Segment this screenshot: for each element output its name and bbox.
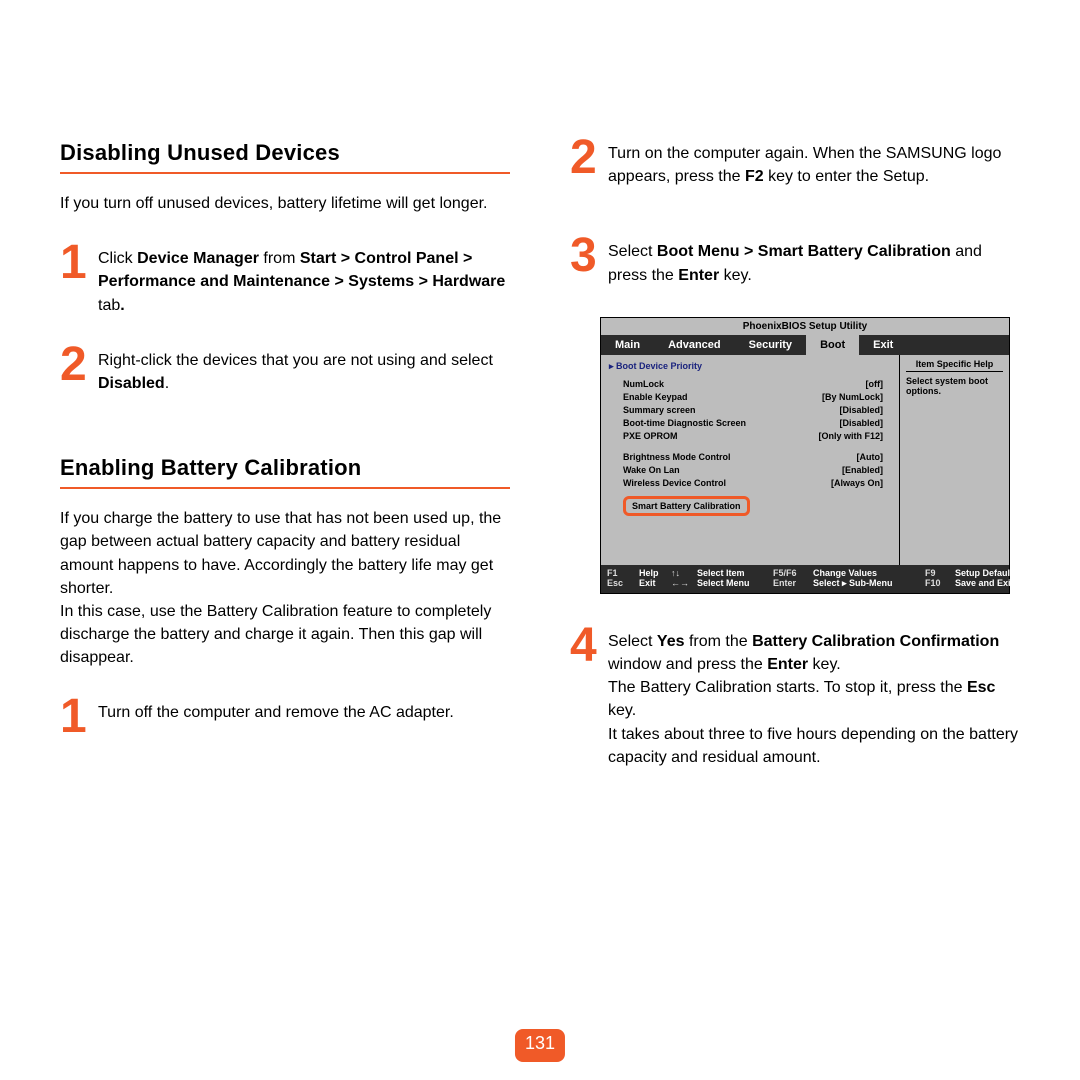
bios-tab-advanced: Advanced bbox=[654, 335, 735, 355]
step-4-calibration: 4 Select Yes from the Battery Calibratio… bbox=[570, 628, 1020, 769]
step-number: 3 bbox=[570, 234, 598, 277]
left-column: Disabling Unused Devices If you turn off… bbox=[60, 140, 510, 799]
f-label: Select ▸ Sub-Menu bbox=[813, 578, 921, 589]
bios-row-k: NumLock bbox=[623, 378, 664, 391]
f-label: Save and Exit bbox=[955, 578, 1014, 589]
f-key: F5/F6 bbox=[773, 568, 809, 578]
step-2-disabling: 2 Right-click the devices that you are n… bbox=[60, 347, 510, 395]
step-text: Right-click the devices that you are not… bbox=[98, 347, 510, 395]
bios-row-k: Boot-time Diagnostic Screen bbox=[623, 417, 746, 430]
heading-disabling: Disabling Unused Devices bbox=[60, 140, 510, 174]
bios-row-k: Wake On Lan bbox=[623, 464, 680, 477]
step-number: 1 bbox=[60, 241, 88, 284]
f-key: F1 bbox=[607, 568, 635, 578]
bios-row-v: [Only with F12] bbox=[818, 430, 883, 443]
f-label: Change Values bbox=[813, 568, 921, 578]
bios-row-v: [By NumLock] bbox=[822, 391, 883, 404]
f-arrows: ↑↓ bbox=[671, 568, 693, 578]
smart-battery-calibration-highlight: Smart Battery Calibration bbox=[623, 496, 750, 516]
bios-tab-exit: Exit bbox=[859, 335, 907, 355]
f-key: F9 bbox=[925, 568, 951, 578]
step-text: Select Boot Menu > Smart Battery Calibra… bbox=[608, 238, 1020, 286]
bios-row-k: Summary screen bbox=[623, 404, 696, 417]
bios-screenshot: PhoenixBIOS Setup Utility Main Advanced … bbox=[600, 317, 1010, 594]
intro-calibration: If you charge the battery to use that ha… bbox=[60, 507, 510, 669]
bios-tab-security: Security bbox=[735, 335, 806, 355]
bios-help-text: Select system boot options. bbox=[906, 376, 1003, 396]
step-number: 1 bbox=[60, 695, 88, 738]
step-text: Turn off the computer and remove the AC … bbox=[98, 699, 454, 724]
heading-calibration: Enabling Battery Calibration bbox=[60, 455, 510, 489]
step-number: 4 bbox=[570, 624, 598, 667]
f-arrows: ←→ bbox=[671, 578, 693, 589]
f-label: Select Item bbox=[697, 568, 769, 578]
bios-tab-main: Main bbox=[601, 335, 654, 355]
intro-disabling: If you turn off unused devices, battery … bbox=[60, 192, 510, 215]
bios-row-k: Wireless Device Control bbox=[623, 477, 726, 490]
bios-footer: F1 Help ↑↓ Select Item F5/F6 Change Valu… bbox=[601, 565, 1009, 593]
step-text: Select Yes from the Battery Calibration … bbox=[608, 628, 1020, 769]
step-2-calibration: 2 Turn on the computer again. When the S… bbox=[570, 140, 1020, 188]
page-number: 131 bbox=[515, 1029, 565, 1062]
f-label: Exit bbox=[639, 578, 667, 589]
f-label: Select Menu bbox=[697, 578, 769, 589]
step-text: Click Device Manager from Start > Contro… bbox=[98, 245, 510, 317]
boot-device-priority: ▸ Boot Device Priority bbox=[609, 361, 891, 372]
f-key: F10 bbox=[925, 578, 951, 589]
bios-row-v: [Disabled] bbox=[839, 404, 883, 417]
step-1-calibration: 1 Turn off the computer and remove the A… bbox=[60, 699, 510, 738]
bios-title: PhoenixBIOS Setup Utility bbox=[601, 318, 1009, 335]
bios-row-v: [Disabled] bbox=[839, 417, 883, 430]
step-3-calibration: 3 Select Boot Menu > Smart Battery Calib… bbox=[570, 238, 1020, 286]
bios-row-v: [Enabled] bbox=[842, 464, 883, 477]
f-key: Enter bbox=[773, 578, 809, 589]
bios-tab-boot: Boot bbox=[806, 335, 859, 355]
bios-help-pane: Item Specific Help Select system boot op… bbox=[899, 355, 1009, 565]
f-label: Help bbox=[639, 568, 667, 578]
step-number: 2 bbox=[570, 136, 598, 179]
bios-row-k: PXE OPROM bbox=[623, 430, 678, 443]
bios-row-v: [Always On] bbox=[831, 477, 883, 490]
f-label: Setup Defaults bbox=[955, 568, 1018, 578]
bios-menu: Main Advanced Security Boot Exit bbox=[601, 335, 1009, 355]
bios-help-header: Item Specific Help bbox=[906, 359, 1003, 372]
f-key: Esc bbox=[607, 578, 635, 589]
right-column: 2 Turn on the computer again. When the S… bbox=[570, 140, 1020, 799]
step-number: 2 bbox=[60, 343, 88, 386]
bios-row-k: Brightness Mode Control bbox=[623, 451, 731, 464]
bios-row-k: Enable Keypad bbox=[623, 391, 688, 404]
bios-row-v: [off] bbox=[866, 378, 884, 391]
bios-settings: ▸ Boot Device Priority NumLock [off] Enab… bbox=[601, 355, 899, 565]
bios-row-v: [Auto] bbox=[857, 451, 884, 464]
step-1-disabling: 1 Click Device Manager from Start > Cont… bbox=[60, 245, 510, 317]
step-text: Turn on the computer again. When the SAM… bbox=[608, 140, 1020, 188]
